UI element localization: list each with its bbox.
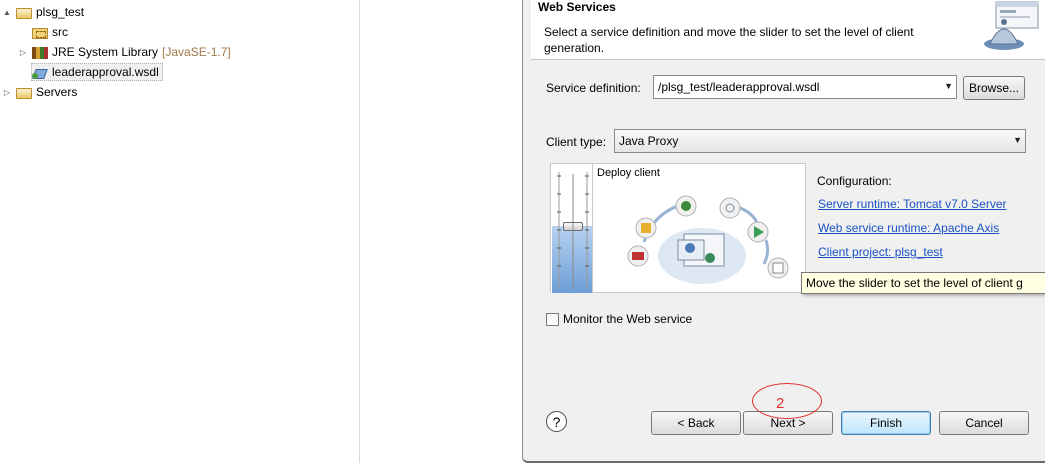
slider-stage-label: Deploy client [597, 167, 660, 179]
web-service-wizard-icon [984, 1, 1039, 50]
tree-item-label: leaderapproval.wsdl [52, 65, 159, 79]
client-type-value: Java Proxy [619, 134, 679, 148]
client-type-label: Client type: [546, 135, 607, 149]
dialog-header: Web Services Select a service definition… [531, 0, 1045, 60]
finish-button[interactable]: Finish [841, 411, 931, 435]
slider-tooltip: Move the slider to set the level of clie… [801, 272, 1045, 294]
client-level-slider[interactable] [551, 164, 593, 293]
service-definition-combo[interactable]: /plsg_test/leaderapproval.wsdl ▼ [653, 75, 957, 99]
back-button[interactable]: < Back [651, 411, 741, 435]
folder-open-icon [16, 7, 32, 19]
tree-item-label: JRE System Library [52, 45, 159, 59]
tree-item-servers[interactable]: ▷ Servers [2, 83, 77, 101]
project-explorer: ▲ plsg_test src ▷ JRE System Library [Ja… [0, 0, 360, 463]
tree-item-project[interactable]: ▲ plsg_test [2, 3, 84, 21]
wsdl-file-icon [32, 66, 48, 79]
browse-button[interactable]: Browse... [963, 76, 1025, 100]
tree-item-label: src [52, 25, 68, 39]
tree-item-label: Servers [36, 85, 78, 99]
tree-item-label: plsg_test [36, 5, 85, 19]
dialog-title: Web Services [538, 0, 616, 14]
client-project-link[interactable]: Client project: plsg_test [818, 245, 943, 259]
server-runtime-link[interactable]: Server runtime: Tomcat v7.0 Server [818, 197, 1007, 211]
library-icon [32, 46, 48, 59]
tree-item-wsdl[interactable]: leaderapproval.wsdl [31, 63, 163, 81]
monitor-checkbox[interactable] [546, 313, 559, 326]
dropdown-arrow-icon[interactable]: ▼ [1013, 135, 1022, 145]
service-definition-label: Service definition: [546, 81, 641, 95]
expand-arrow-icon[interactable]: ▷ [18, 47, 28, 57]
annotation-circle [752, 383, 822, 419]
tree-item-jre-library[interactable]: ▷ JRE System Library [JavaSE-1.7] [18, 43, 231, 61]
package-folder-icon [32, 27, 48, 39]
annotation-label: 2 [776, 395, 785, 412]
dialog-description: Select a service definition and move the… [544, 25, 914, 55]
configuration-label: Configuration: [817, 174, 892, 188]
web-service-runtime-link[interactable]: Web service runtime: Apache Axis [818, 221, 999, 235]
slider-ticks [557, 172, 589, 290]
generation-lifecycle-illustration [627, 195, 789, 284]
expand-arrow-icon[interactable]: ▷ [2, 87, 12, 97]
cancel-button[interactable]: Cancel [939, 411, 1029, 435]
service-definition-value: /plsg_test/leaderapproval.wsdl [658, 80, 820, 94]
help-icon[interactable]: ? [546, 411, 567, 432]
tree-item-src[interactable]: src [32, 23, 68, 41]
client-generation-slider-panel: Deploy client [550, 163, 806, 293]
folder-icon [16, 87, 32, 99]
client-type-combo[interactable]: Java Proxy ▼ [614, 129, 1026, 153]
library-version: [JavaSE-1.7] [162, 45, 231, 59]
monitor-label[interactable]: Monitor the Web service [563, 312, 692, 326]
dropdown-arrow-icon[interactable]: ▼ [944, 81, 953, 91]
collapse-arrow-icon[interactable]: ▲ [2, 7, 12, 17]
